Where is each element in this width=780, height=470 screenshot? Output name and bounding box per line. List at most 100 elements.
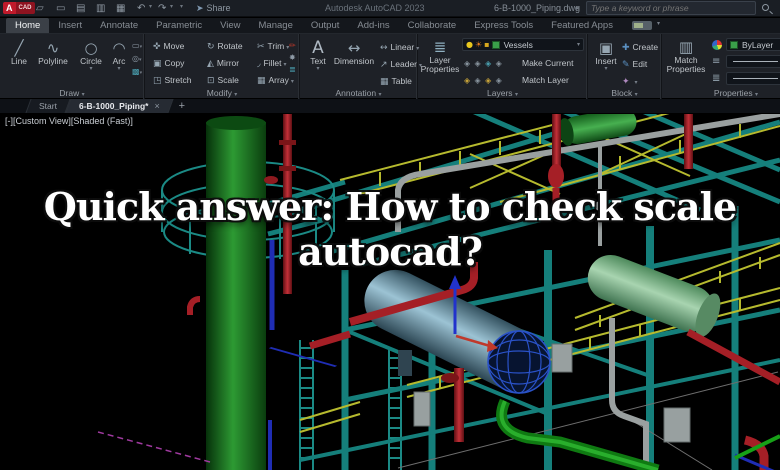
undo-dropdown-icon[interactable]: ▾ xyxy=(149,3,152,10)
layer-dropdown[interactable]: ● ☀ ▪ Vessels ▾ xyxy=(462,38,584,51)
tab-express-tools[interactable]: Express Tools xyxy=(465,18,542,33)
panel-label-annotation[interactable]: Annotation ▾ xyxy=(300,88,417,98)
tab-annotate[interactable]: Annotate xyxy=(91,18,147,33)
table-button[interactable]: ▦ Table xyxy=(380,76,412,87)
create-block-button[interactable]: ✚ Create xyxy=(622,42,658,53)
ribbon-gallery-button[interactable]: ▾ xyxy=(631,20,660,30)
new-drawing-button[interactable]: + xyxy=(179,100,185,112)
ellipse-icon[interactable]: ◎▾ xyxy=(132,55,142,64)
tab-featured-apps[interactable]: Featured Apps xyxy=(542,18,622,33)
object-color-dropdown[interactable]: ByLayer ▾ xyxy=(726,38,780,51)
layer-freeze-tool-icon[interactable]: ◈ xyxy=(485,59,491,68)
color-swatch xyxy=(730,40,738,49)
insert-block-icon: ▣ xyxy=(598,39,614,57)
dimension-button[interactable]: ↔ Dimension xyxy=(330,40,378,66)
linetype-icon: ≣ xyxy=(712,73,721,84)
make-current-button[interactable]: Make Current xyxy=(522,58,574,68)
tab-output[interactable]: Output xyxy=(302,18,349,33)
layer-tools-row2: ◈ ◈ ◈ ◈ xyxy=(464,75,504,85)
arc-button[interactable]: ◠ Arc ▾ xyxy=(108,40,130,72)
redo-icon[interactable]: ↷ xyxy=(158,1,166,16)
circle-button[interactable]: ○ Circle ▾ xyxy=(76,39,106,72)
object-color-value: ByLayer xyxy=(742,39,774,50)
save-as-icon[interactable]: ▥ xyxy=(96,1,105,16)
layer-unlock-icon[interactable]: ◈ xyxy=(475,76,481,85)
search-history-icon[interactable]: ▸ xyxy=(576,4,580,12)
lineweight-dropdown[interactable]: ByLayer xyxy=(726,55,780,68)
layer-isolate-icon[interactable]: ◈ xyxy=(464,59,470,68)
tab-document[interactable]: 6-B-1000_Piping* × xyxy=(65,99,174,113)
array-button[interactable]: ▦ Array ▾ xyxy=(257,75,294,87)
circle-icon: ○ xyxy=(84,39,98,57)
tab-add-ins[interactable]: Add-ins xyxy=(348,18,398,33)
tab-view[interactable]: View xyxy=(211,18,249,33)
layer-thaw-icon[interactable]: ◈ xyxy=(485,76,491,85)
save-icon[interactable]: ▤ xyxy=(76,1,85,16)
search-icon[interactable] xyxy=(762,4,769,11)
leader-icon: ↗ xyxy=(380,60,388,70)
tab-home[interactable]: Home xyxy=(6,18,50,33)
open-file-icon[interactable]: ▭ xyxy=(56,1,65,16)
offset-icon[interactable]: ≣ xyxy=(289,66,296,74)
hatch-icon[interactable]: ▩▾ xyxy=(132,68,142,77)
mirror-button[interactable]: ◭ Mirror xyxy=(207,58,239,69)
plot-icon[interactable]: ▦ xyxy=(116,1,125,16)
layer-freeze-icon: ☀ xyxy=(474,40,483,49)
layer-walk-icon[interactable]: ◈ xyxy=(496,76,502,85)
share-button[interactable]: ➤ Share xyxy=(196,1,231,17)
drawing-viewport[interactable]: [-][Custom View][Shaded (Fast)] Quick an… xyxy=(0,114,780,470)
move-button[interactable]: ✜ Move xyxy=(153,41,184,52)
explode-icon[interactable]: ✸ xyxy=(289,54,296,62)
new-file-icon[interactable]: ▱ xyxy=(36,1,44,16)
match-layer-button[interactable]: Match Layer xyxy=(522,75,569,85)
stretch-icon: ◳ xyxy=(153,76,162,86)
autocad-window: A CAD ▱ ▭ ▤ ▥ ▦ ↶ ▾ ↷ ▾ ▾ ➤ Share Autodes… xyxy=(0,0,780,470)
tab-start[interactable]: Start xyxy=(25,99,71,113)
viewport-controls[interactable]: [-][Custom View][Shaded (Fast)] xyxy=(5,116,133,126)
panel-label-layers[interactable]: Layers ▾ xyxy=(418,88,587,98)
rectangle-icon[interactable]: ▭▾ xyxy=(132,42,142,51)
erase-icon[interactable]: ✏ xyxy=(289,42,296,50)
trim-button[interactable]: ✂ Trim ▾ xyxy=(257,41,289,53)
stretch-button[interactable]: ◳ Stretch xyxy=(153,75,191,86)
edit-block-button[interactable]: ✎ Edit xyxy=(622,59,647,70)
layer-properties-button[interactable]: ≣ Layer Properties xyxy=(420,39,460,74)
text-icon: A xyxy=(312,38,324,58)
tab-manage[interactable]: Manage xyxy=(250,18,302,33)
autocad-logo[interactable]: A CAD xyxy=(3,2,35,14)
undo-icon[interactable]: ↶ xyxy=(137,1,145,16)
file-tab-bar: Start 6-B-1000_Piping* × + xyxy=(0,99,780,114)
redo-dropdown-icon[interactable]: ▾ xyxy=(170,3,173,10)
fillet-button[interactable]: ◞ Fillet ▾ xyxy=(257,58,286,70)
tab-collaborate[interactable]: Collaborate xyxy=(399,18,466,33)
layer-lock-tool-icon[interactable]: ◈ xyxy=(464,76,470,85)
match-properties-button[interactable]: ▥ Match Properties xyxy=(664,39,708,74)
image-icon xyxy=(633,23,643,28)
leader-button[interactable]: ↗ Leader ▾ xyxy=(380,59,422,71)
tab-parametric[interactable]: Parametric xyxy=(147,18,211,33)
layer-off-icon[interactable]: ◈ xyxy=(496,59,502,68)
block-attributes-button[interactable]: ✦ ▾ xyxy=(622,76,638,88)
line-button[interactable]: ╱ Line xyxy=(6,40,32,66)
close-tab-icon[interactable]: × xyxy=(154,101,159,111)
linetype-dropdown[interactable]: ByLayer xyxy=(726,72,780,85)
linear-button[interactable]: ↔ Linear ▾ xyxy=(380,42,419,54)
polyline-button[interactable]: ∿ Polyline xyxy=(34,40,72,66)
text-button[interactable]: A Text ▾ xyxy=(305,38,331,72)
viewport-3d-model[interactable] xyxy=(0,114,780,470)
insert-block-button[interactable]: ▣ Insert ▾ xyxy=(592,39,620,72)
search-input[interactable] xyxy=(591,3,751,13)
scale-button[interactable]: ⊡ Scale xyxy=(207,75,239,86)
panel-label-modify[interactable]: Modify ▾ xyxy=(145,88,299,98)
copy-button[interactable]: ▣ Copy xyxy=(153,58,184,69)
chevron-down-icon: ▾ xyxy=(576,41,580,48)
tab-insert[interactable]: Insert xyxy=(49,18,91,33)
scale-icon: ⊡ xyxy=(207,76,215,86)
quick-access-dropdown-icon[interactable]: ▾ xyxy=(180,3,183,10)
layer-unisolate-icon[interactable]: ◈ xyxy=(475,59,481,68)
panel-label-properties[interactable]: Properties ▾ xyxy=(662,88,780,98)
panel-label-draw[interactable]: Draw ▾ xyxy=(0,88,144,98)
panel-label-block[interactable]: Block ▾ xyxy=(588,88,661,98)
modify-extra-tools: ✏ ✸ ≣ xyxy=(289,42,296,74)
rotate-button[interactable]: ↻ Rotate xyxy=(207,41,243,52)
